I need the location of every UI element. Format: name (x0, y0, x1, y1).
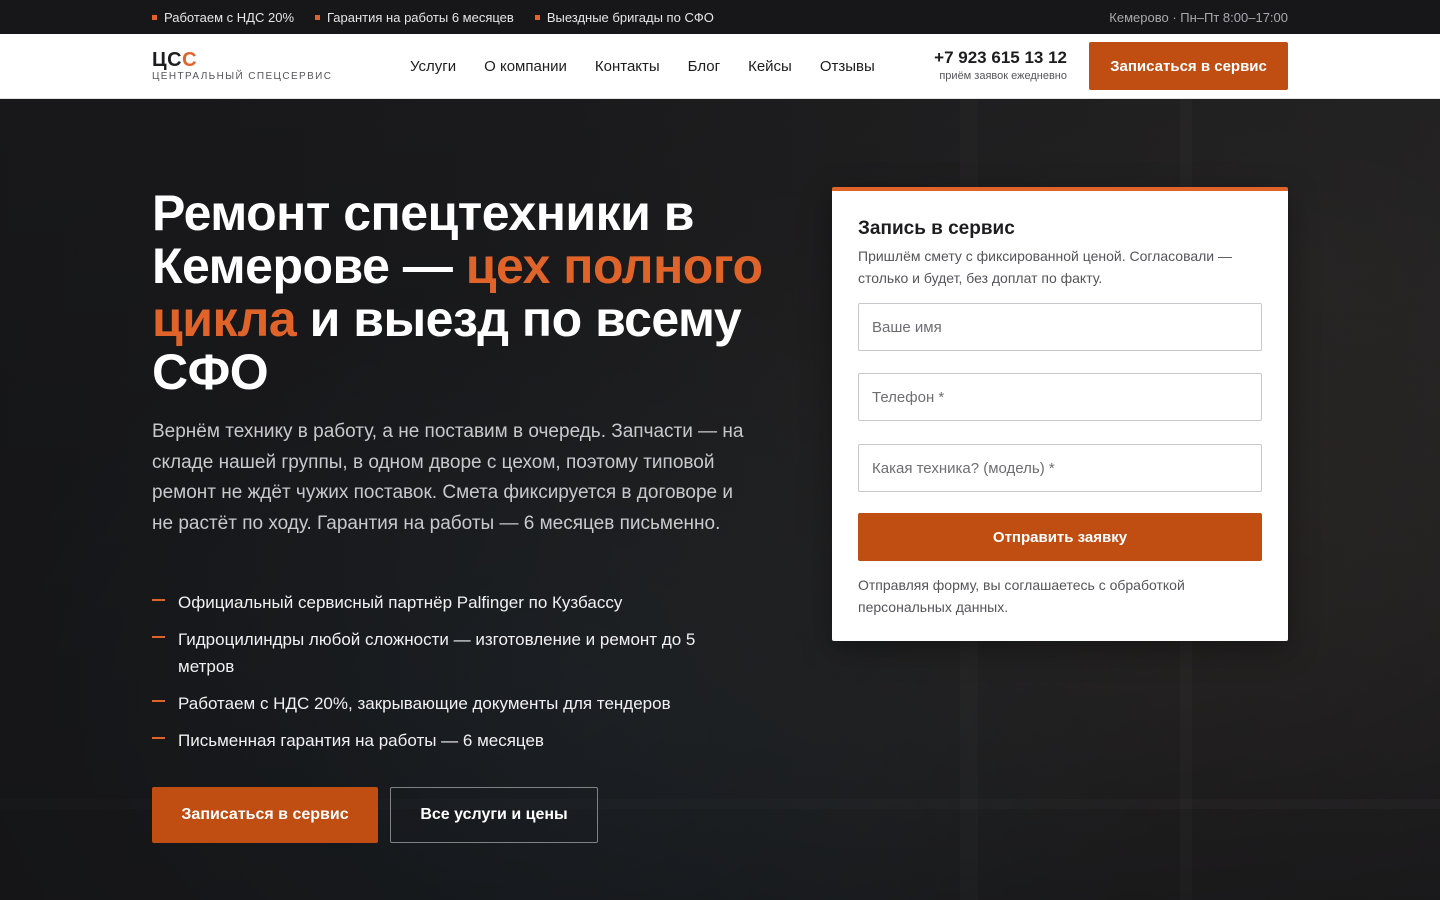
logo-mark-accent: С (182, 49, 198, 71)
nav-item-reviews[interactable]: Отзывы (820, 58, 875, 75)
phone-note: приём заявок ежедневно (939, 70, 1067, 82)
nav-item-contacts[interactable]: Контакты (595, 58, 660, 75)
hero-signup-button[interactable]: Записаться в сервис (152, 787, 378, 843)
hero-title: Ремонт спецтехники в Кемерове — цех полн… (152, 187, 792, 399)
nav-item-cases[interactable]: Кейсы (748, 58, 792, 75)
feature-item: Письменная гарантия на работы — 6 месяце… (152, 727, 752, 754)
feature-item: Работаем с НДС 20%, закрывающие документ… (152, 690, 752, 717)
phone-input[interactable] (858, 373, 1262, 421)
logo[interactable]: ЦСС ЦЕНТРАЛЬНЫЙ СПЕЦСЕРВИС (152, 50, 332, 83)
logo-mark: ЦСС (152, 50, 332, 70)
feature-text: Работаем с НДС 20%, закрывающие документ… (178, 694, 671, 713)
header-cta-button[interactable]: Записаться в сервис (1089, 42, 1288, 90)
top-info-item-label: Выездные бригады по СФО (546, 9, 714, 25)
location-hours: Кемерово · Пн–Пт 8:00–17:00 (1109, 9, 1288, 25)
top-info-item-label: Работаем с НДС 20% (164, 9, 294, 25)
feature-text: Гидроцилиндры любой сложности — изготовл… (178, 630, 696, 676)
top-info-item: Гарантия на работы 6 месяцев (315, 10, 514, 25)
logo-subtitle: ЦЕНТРАЛЬНЫЙ СПЕЦСЕРВИС (152, 71, 333, 82)
dash-icon (152, 737, 165, 739)
form-subtitle: Пришлём смету с фиксированной ценой. Сог… (858, 248, 1233, 286)
dash-icon (152, 599, 165, 601)
square-bullet-icon (152, 14, 157, 20)
feature-text: Письменная гарантия на работы — 6 месяце… (178, 731, 544, 750)
nav-item-services[interactable]: Услуги (410, 58, 456, 75)
dash-icon (152, 636, 165, 638)
site-header: ЦСС ЦЕНТРАЛЬНЫЙ СПЕЦСЕРВИС Услуги О комп… (0, 34, 1440, 99)
feature-list: Официальный сервисный партнёр Palfinger … (152, 589, 752, 764)
top-info-bar: Работаем с НДС 20% Гарантия на работы 6 … (0, 0, 1440, 34)
nav-item-about[interactable]: О компании (484, 58, 567, 75)
feature-item: Гидроцилиндры любой сложности — изготовл… (152, 626, 752, 680)
name-input[interactable] (858, 303, 1262, 351)
top-info-items: Работаем с НДС 20% Гарантия на работы 6 … (152, 0, 735, 34)
phone-block: +7 923 615 13 12 приём заявок ежедневно (923, 48, 1067, 83)
hero-section: Ремонт спецтехники в Кемерове — цех полн… (0, 99, 1440, 900)
dash-icon (152, 700, 165, 702)
top-info-item: Выездные бригады по СФО (534, 9, 714, 25)
submit-request-button[interactable]: Отправить заявку (858, 513, 1262, 561)
main-nav: Услуги О компании Контакты Блог Кейсы От… (410, 34, 903, 98)
logo-mark-main: ЦС (152, 49, 183, 71)
hero-services-button[interactable]: Все услуги и цены (390, 787, 598, 843)
phone-link[interactable]: +7 923 615 13 12 (923, 48, 1067, 68)
square-bullet-icon (315, 14, 320, 20)
service-request-form: Запись в сервис Пришлём смету с фиксиров… (832, 187, 1288, 641)
square-bullet-icon (534, 14, 540, 20)
top-info-item-label: Гарантия на работы 6 месяцев (327, 9, 514, 25)
privacy-note: Отправляя форму, вы соглашаетесь с обраб… (858, 577, 1185, 615)
hero-lead: Вернём технику в работу, а не поставим в… (152, 421, 744, 534)
feature-item: Официальный сервисный партнёр Palfinger … (152, 589, 752, 616)
machine-model-input[interactable] (858, 444, 1262, 492)
nav-item-blog[interactable]: Блог (688, 58, 720, 75)
form-title: Запись в сервис (858, 218, 1015, 239)
feature-text: Официальный сервисный партнёр Palfinger … (178, 593, 623, 612)
top-info-item: Работаем с НДС 20% (152, 10, 294, 25)
